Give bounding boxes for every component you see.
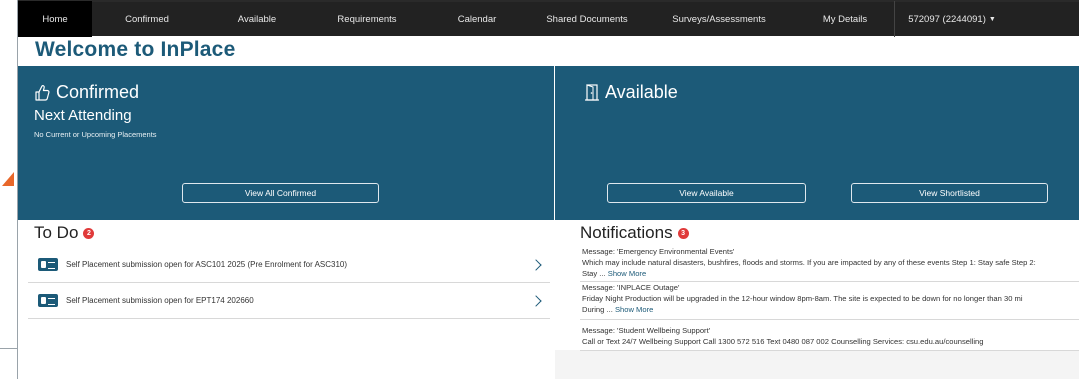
todo-title: To Do [34, 223, 79, 242]
confirmed-header: Confirmed [34, 82, 139, 103]
todo-item-text: Self Placement submission open for EPT17… [66, 296, 254, 305]
nav-surveys-assessments[interactable]: Surveys/Assessments [642, 1, 796, 37]
page-title: Welcome to InPlace [35, 38, 236, 61]
nav-calendar[interactable]: Calendar [422, 1, 532, 37]
notification-subject: Message: 'Emergency Environmental Events… [582, 247, 735, 256]
arrow-marker-icon [2, 172, 14, 186]
available-title: Available [605, 82, 678, 102]
notification-body-tail: Stay ... Show More [582, 269, 1079, 280]
notifications-title: Notifications [580, 223, 673, 242]
available-panel: Available View Available View Shortliste… [555, 66, 1079, 220]
caret-down-icon: ▼ [988, 15, 996, 23]
next-attending-heading: Next Attending [34, 107, 132, 124]
top-nav: Home Confirmed Available Requirements Ca… [18, 0, 1079, 37]
chevron-right-icon[interactable] [530, 294, 542, 307]
notification-body: Friday Night Production will be upgraded… [582, 293, 1023, 303]
nav-available[interactable]: Available [202, 1, 312, 37]
notification-body: Call or Text 24/7 Wellbeing Support Call… [582, 336, 984, 346]
notifications-section: Notifications 3 Message: 'Emergency Envi… [555, 221, 1079, 379]
notification-divider [580, 319, 1079, 320]
notification-divider [580, 350, 1079, 351]
show-more-link[interactable]: Show More [608, 269, 646, 278]
notification-divider [580, 281, 1079, 282]
door-icon [585, 84, 599, 101]
confirmed-panel: Confirmed Next Attending No Current or U… [18, 66, 554, 220]
nav-my-details[interactable]: My Details [796, 1, 894, 37]
notification-item: Message: 'INPLACE Outage' Friday Night P… [582, 283, 1079, 315]
inplace-app: Home Confirmed Available Requirements Ca… [18, 0, 1079, 379]
left-gutter [0, 0, 18, 379]
id-card-icon [38, 294, 58, 307]
todo-heading: To Do 2 [34, 223, 95, 243]
id-card-icon [38, 258, 58, 271]
chevron-right-icon[interactable] [530, 258, 542, 271]
notification-subject: Message: 'INPLACE Outage' [582, 283, 680, 292]
notification-item: Message: 'Emergency Environmental Events… [582, 247, 1079, 279]
notifications-heading: Notifications 3 [580, 223, 689, 243]
todo-item[interactable]: Self Placement submission open for ASC10… [28, 247, 550, 283]
notifications-count-badge: 3 [677, 227, 689, 239]
notification-body-tail: During ... Show More [582, 305, 1079, 316]
notification-ellipsis: Stay ... [582, 268, 606, 278]
nav-shared-documents[interactable]: Shared Documents [532, 1, 642, 37]
user-id: 572097 (2244091) [908, 13, 986, 25]
gutter-divider [0, 348, 18, 349]
user-menu[interactable]: 572097 (2244091) ▼ [894, 1, 1009, 37]
nav-requirements[interactable]: Requirements [312, 1, 422, 37]
thumbs-up-icon [35, 85, 50, 101]
todo-item-text: Self Placement submission open for ASC10… [66, 260, 348, 269]
no-placements-text: No Current or Upcoming Placements [34, 130, 157, 139]
screenshot-frame: Home Confirmed Available Requirements Ca… [0, 0, 1079, 379]
available-header: Available [585, 82, 678, 103]
todo-item[interactable]: Self Placement submission open for EPT17… [28, 283, 550, 319]
notification-ellipsis: During ... [582, 304, 613, 314]
notification-item: Message: 'Student Wellbeing Support' Cal… [582, 326, 1079, 348]
nav-confirmed[interactable]: Confirmed [92, 1, 202, 37]
nav-home[interactable]: Home [18, 1, 92, 37]
todo-count-badge: 2 [83, 227, 95, 239]
view-available-button[interactable]: View Available [607, 183, 806, 203]
notifications-footer-bg [555, 350, 1079, 379]
confirmed-title: Confirmed [56, 82, 140, 102]
show-more-link[interactable]: Show More [615, 305, 653, 314]
todo-section: To Do 2 Self Placement submission open f… [18, 221, 554, 379]
view-shortlisted-button[interactable]: View Shortlisted [851, 183, 1048, 203]
view-all-confirmed-button[interactable]: View All Confirmed [182, 183, 379, 203]
notification-body: Which may include natural disasters, bus… [582, 257, 1036, 267]
notification-subject: Message: 'Student Wellbeing Support' [582, 326, 711, 335]
